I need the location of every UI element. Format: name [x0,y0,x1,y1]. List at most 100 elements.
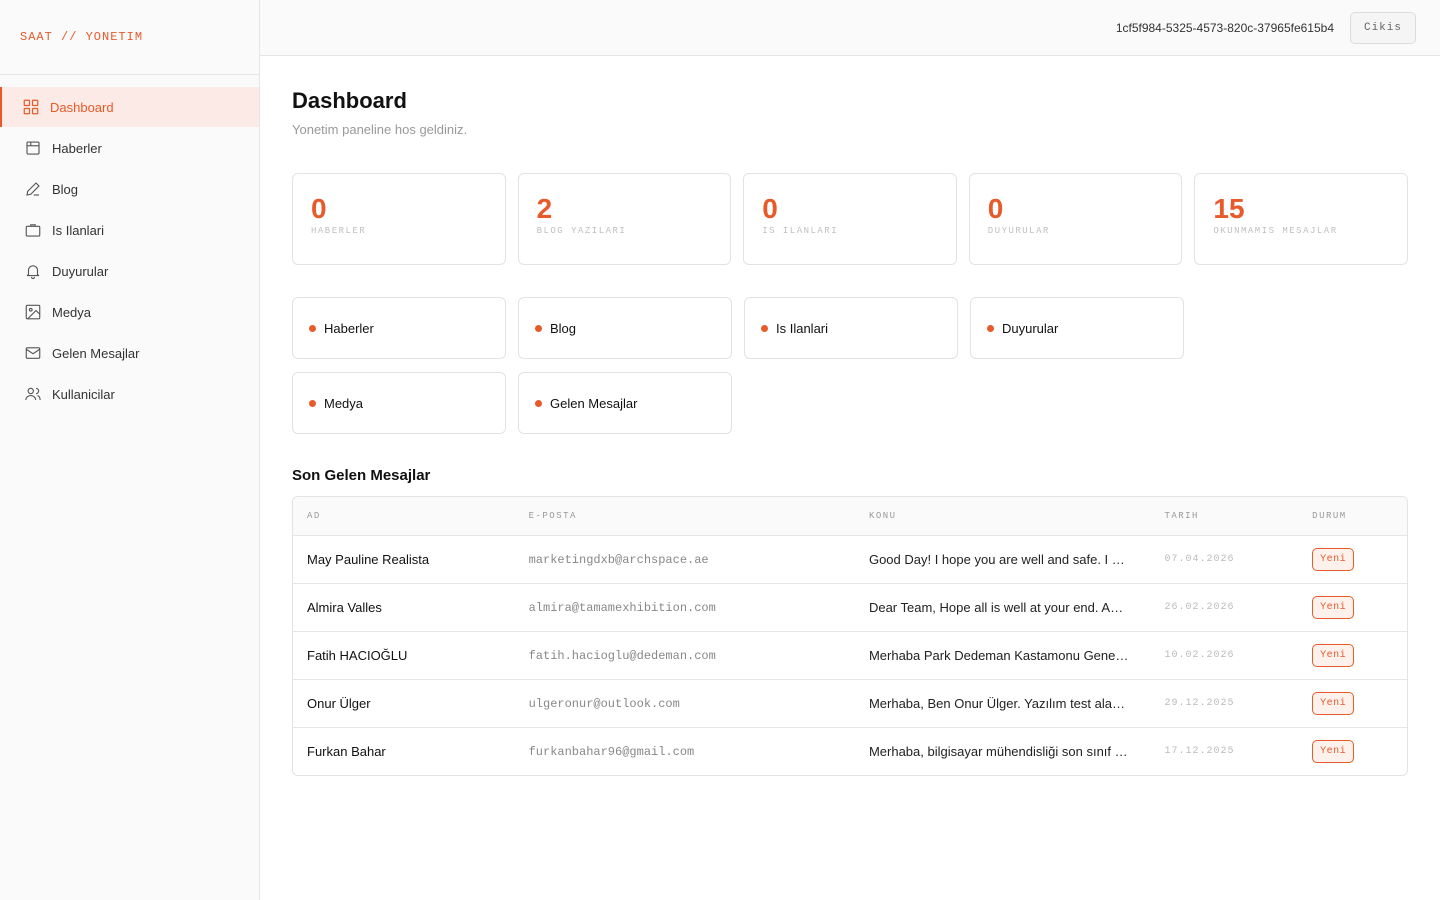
cell-subject: Dear Team, Hope all is well at your end.… [868,600,1132,615]
cell-date: 07.04.2026 [1164,554,1235,565]
quick-link-label: Medya [324,395,364,411]
status-badge: Yeni [1312,692,1355,715]
quick-links: Haberler Blog Is Ilanlari Duyurular Medy… [292,297,1408,434]
stat-value: 0 [311,193,327,224]
cell-status: Yeni [1298,644,1407,667]
messages-table: AD E-POSTA KONU TARIH DURUM May Pauline … [292,496,1408,776]
cell-date: 10.02.2026 [1164,650,1235,661]
image-icon [24,303,42,321]
column-header: KONU [868,511,897,521]
bullet-dot-icon [309,324,316,332]
table-row[interactable]: Onur Ülger ulgeronur@outlook.com Merhaba… [293,679,1407,727]
bullet-dot-icon [535,399,542,407]
stat-value: 0 [762,193,778,224]
quick-link-label: Duyurular [1002,320,1059,336]
bullet-dot-icon [309,399,316,407]
sidebar-item-medya[interactable]: Medya [0,292,259,332]
cell-name: May Pauline Realista [307,552,430,567]
stat-card-haberler: 0 HABERLER [292,173,506,265]
sidebar-nav: Dashboard Haberler Blog Is Ilanlari Duyu… [0,75,259,414]
grid-icon [22,98,40,116]
sidebar-item-label: Dashboard [50,99,114,115]
cell-date: 17.12.2025 [1164,746,1235,757]
user-id: 1cf5f984-5325-4573-820c-37965fe615b4 [1115,20,1334,35]
cell-name: Onur Ülger [307,696,371,711]
status-badge: Yeni [1312,740,1355,763]
cell-date: 29.12.2025 [1164,698,1235,709]
sidebar-item-gelen-mesajlar[interactable]: Gelen Mesajlar [0,333,259,373]
status-badge: Yeni [1312,596,1355,619]
quick-link-gelen-mesajlar[interactable]: Gelen Mesajlar [518,372,732,434]
briefcase-icon [24,221,42,239]
section-title: Son Gelen Mesajlar [292,467,431,484]
table-row[interactable]: May Pauline Realista marketingdxb@archsp… [293,535,1407,583]
sidebar-item-label: Is Ilanlari [52,222,105,238]
stat-label: IS ILANLARI [762,226,839,236]
cell-status: Yeni [1298,740,1407,763]
column-header: TARIH [1164,511,1199,521]
cell-date: 26.02.2026 [1164,602,1235,613]
main-content: Dashboard Yonetim paneline hos geldiniz.… [292,88,1408,776]
sidebar-item-label: Medya [52,304,92,320]
logout-button[interactable]: Cikis [1350,11,1416,44]
cell-email: marketingdxb@archspace.ae [528,552,709,567]
table-row[interactable]: Furkan Bahar furkanbahar96@gmail.com Mer… [293,727,1407,775]
stat-card-is-ilanlari: 0 IS ILANLARI [743,173,957,265]
sidebar-item-label: Duyurular [52,263,109,279]
stat-label: HABERLER [311,226,367,236]
bullet-dot-icon [535,324,542,332]
sidebar-item-haberler[interactable]: Haberler [0,128,259,168]
calendar-icon [24,139,42,157]
stat-card-blog: 2 BLOG YAZILARI [517,173,732,265]
mail-icon [24,344,42,362]
sidebar-item-blog[interactable]: Blog [0,169,259,209]
sidebar-item-label: Blog [52,181,79,197]
sidebar-item-label: Kullanicilar [52,386,115,402]
pencil-icon [24,180,42,198]
cell-subject: Good Day! I hope you are well and safe. … [868,552,1130,567]
table-row[interactable]: Almira Valles almira@tamamexhibition.com… [293,583,1407,631]
brand-logo[interactable]: SAAT // YONETIM [0,0,259,75]
sidebar-item-is-ilanlari[interactable]: Is Ilanlari [0,210,259,250]
cell-status: Yeni [1298,596,1407,619]
sidebar: SAAT // YONETIM Dashboard Haberler Blog … [0,0,260,900]
stat-label: OKUNMAMIS MESAJLAR [1213,226,1338,236]
sidebar-item-duyurular[interactable]: Duyurular [0,251,259,291]
stat-label: BLOG YAZILARI [536,226,627,236]
table-row[interactable]: Fatih HACIOĞLU fatih.hacioglu@dedeman.co… [293,631,1407,679]
cell-subject: Merhaba Park Dedeman Kastamonu Genel ... [868,648,1133,663]
cell-email: fatih.hacioglu@dedeman.com [528,648,716,663]
quick-link-duyurular[interactable]: Duyurular [970,297,1184,359]
column-header: DURUM [1312,511,1347,521]
stat-value: 15 [1213,193,1245,224]
status-badge: Yeni [1312,548,1355,571]
quick-link-label: Is Ilanlari [776,320,829,336]
table-header: AD E-POSTA KONU TARIH DURUM [293,497,1407,535]
bullet-dot-icon [761,324,768,332]
sidebar-item-label: Haberler [52,140,102,156]
quick-link-label: Haberler [324,320,374,336]
stat-label: DUYURULAR [987,226,1050,236]
cell-name: Fatih HACIOĞLU [307,648,408,663]
quick-link-is-ilanlari[interactable]: Is Ilanlari [744,297,958,359]
page-subtitle: Yonetim paneline hos geldiniz. [292,122,468,137]
column-header: E-POSTA [528,511,577,521]
quick-link-medya[interactable]: Medya [292,372,506,434]
column-header: AD [307,511,321,521]
sidebar-item-dashboard[interactable]: Dashboard [0,87,259,127]
status-badge: Yeni [1312,644,1355,667]
quick-link-label: Gelen Mesajlar [550,395,638,411]
cell-email: ulgeronur@outlook.com [528,696,680,711]
topbar: 1cf5f984-5325-4573-820c-37965fe615b4 Cik… [260,0,1440,56]
users-icon [24,385,42,403]
cell-name: Almira Valles [307,600,382,615]
quick-link-blog[interactable]: Blog [518,297,732,359]
stat-value: 0 [987,193,1004,224]
stat-card-duyurular: 0 DUYURULAR [968,173,1183,265]
page-title: Dashboard [292,88,407,113]
cell-name: Furkan Bahar [307,744,386,759]
sidebar-item-kullanicilar[interactable]: Kullanicilar [0,374,259,414]
cell-status: Yeni [1298,548,1407,571]
cell-subject: Merhaba, bilgisayar mühendisliği son sın… [868,744,1133,759]
quick-link-haberler[interactable]: Haberler [292,297,506,359]
